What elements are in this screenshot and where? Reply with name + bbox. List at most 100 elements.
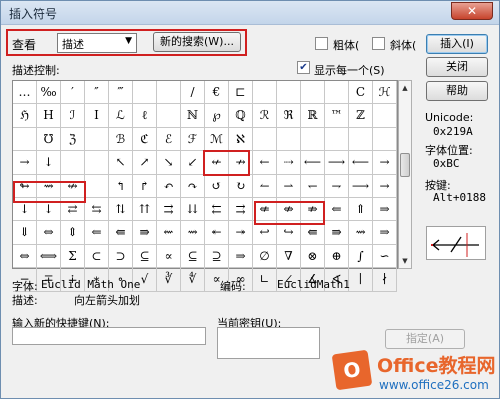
symbol-cell[interactable]: ℬ: [109, 127, 133, 152]
symbol-cell[interactable]: ℜ: [277, 104, 301, 128]
symbol-cell[interactable]: ℱ: [181, 127, 205, 152]
symbol-cell[interactable]: ⇉: [229, 197, 253, 222]
bold-checkbox[interactable]: [315, 37, 328, 50]
symbol-cell[interactable]: ↺: [205, 174, 229, 198]
symbol-cell[interactable]: ↱: [133, 174, 157, 198]
symbol-cell[interactable]: ‴: [109, 81, 133, 105]
symbol-cell[interactable]: ⇈: [133, 197, 157, 222]
symbol-cell[interactable]: →: [373, 174, 397, 198]
symbol-cell[interactable]: ∜: [181, 268, 205, 292]
symbol-cell[interactable]: /: [181, 81, 205, 105]
symbol-cell[interactable]: ⟵: [349, 151, 373, 175]
symbol-cell[interactable]: ⇜: [157, 221, 181, 245]
symbol-cell[interactable]: [157, 104, 181, 128]
symbol-cell[interactable]: ⊆: [181, 244, 205, 269]
symbol-cell[interactable]: ⇒: [229, 244, 253, 269]
symbol-cell[interactable]: ↗: [133, 151, 157, 175]
symbol-cell[interactable]: ⟵: [301, 151, 325, 175]
symbol-cell[interactable]: →: [13, 151, 37, 175]
symbol-cell[interactable]: ℒ: [109, 104, 133, 128]
symbol-cell[interactable]: ℝ: [301, 104, 325, 128]
symbol-cell[interactable]: ⇁: [325, 174, 349, 198]
symbol-cell[interactable]: ↞: [205, 221, 229, 245]
symbol-cell[interactable]: ⟶: [349, 174, 373, 198]
help-button[interactable]: 帮助: [426, 81, 488, 101]
scroll-down-icon[interactable]: ▼: [399, 254, 411, 268]
symbol-cell[interactable]: ↖: [109, 151, 133, 175]
symbol-cell[interactable]: ℧: [37, 127, 61, 152]
symbol-cell[interactable]: ∣: [349, 268, 373, 292]
symbol-cell[interactable]: ⇀: [277, 174, 301, 198]
symbol-cell[interactable]: ′: [61, 81, 85, 105]
symbol-cell[interactable]: ℵ: [229, 127, 253, 152]
symbol-cell[interactable]: [301, 81, 325, 105]
symbol-cell[interactable]: ↼: [253, 174, 277, 198]
symbol-cell[interactable]: ⇑: [349, 197, 373, 222]
symbol-cell[interactable]: ↠: [229, 221, 253, 245]
symbol-cell[interactable]: [373, 104, 397, 128]
symbol-cell[interactable]: Σ: [61, 244, 85, 269]
close-button[interactable]: 关闭: [426, 57, 488, 77]
symbol-cell[interactable]: [325, 81, 349, 105]
symbol-cell[interactable]: ⊕: [325, 244, 349, 269]
new-shortcut-input[interactable]: [12, 327, 206, 345]
new-search-button[interactable]: 新的搜索(W)...: [153, 32, 241, 52]
symbol-cell[interactable]: ⇐: [85, 221, 109, 245]
symbol-cell[interactable]: ℐ: [61, 104, 85, 128]
symbol-cell[interactable]: ↻: [229, 174, 253, 198]
symbol-cell[interactable]: ⊃: [109, 244, 133, 269]
symbol-cell[interactable]: ‰: [37, 81, 61, 105]
symbol-cell[interactable]: →: [373, 151, 397, 175]
symbol-cell[interactable]: ←: [253, 151, 277, 175]
symbol-cell[interactable]: ℋ: [373, 81, 397, 105]
view-select[interactable]: 描述 ▼: [57, 33, 137, 53]
symbol-cell[interactable]: ⇔: [37, 221, 61, 245]
symbol-cell[interactable]: ⇕: [61, 221, 85, 245]
symbol-cell[interactable]: ⟺: [37, 244, 61, 269]
symbol-cell[interactable]: ℌ: [13, 104, 37, 128]
symbol-cell[interactable]: ∛: [157, 268, 181, 292]
close-icon[interactable]: ✕: [451, 2, 493, 20]
symbol-cell[interactable]: ∫: [349, 244, 373, 269]
symbol-cell[interactable]: ⇝: [349, 221, 373, 245]
symbol-cell[interactable]: ↷: [181, 174, 205, 198]
symbol-cell[interactable]: ℳ: [205, 127, 229, 152]
symbol-cell[interactable]: [373, 127, 397, 152]
symbol-cell[interactable]: [349, 127, 373, 152]
scroll-up-icon[interactable]: ▲: [399, 81, 411, 95]
symbol-cell[interactable]: [13, 127, 37, 152]
symbol-cell[interactable]: €: [205, 81, 229, 105]
symbol-cell[interactable]: ℕ: [181, 104, 205, 128]
symbol-cell[interactable]: [61, 151, 85, 175]
symbol-cell[interactable]: …: [13, 81, 37, 105]
symbol-cell[interactable]: [277, 81, 301, 105]
symbol-cell[interactable]: ℤ: [349, 104, 373, 128]
assign-button[interactable]: 指定(A): [385, 329, 465, 349]
symbol-cell[interactable]: ∤: [373, 268, 397, 292]
symbol-cell[interactable]: I: [85, 104, 109, 128]
symbol-cell[interactable]: ⊂: [85, 244, 109, 269]
current-key-list[interactable]: [217, 327, 320, 359]
symbol-cell[interactable]: ⇛: [325, 221, 349, 245]
symbol-cell[interactable]: ∝: [157, 244, 181, 269]
symbol-cell[interactable]: ∟: [253, 268, 277, 292]
insert-button[interactable]: 插入(I): [426, 34, 488, 54]
symbol-cell[interactable]: [157, 81, 181, 105]
symbol-cell[interactable]: [325, 127, 349, 152]
symbol-cell[interactable]: [85, 174, 109, 198]
symbol-cell[interactable]: ⟶: [325, 151, 349, 175]
symbol-cell[interactable]: ⇉: [157, 197, 181, 222]
symbol-cell[interactable]: ™: [325, 104, 349, 128]
symbol-cell[interactable]: ⇇: [205, 197, 229, 222]
symbol-cell[interactable]: ⊗: [301, 244, 325, 269]
symbol-cell[interactable]: C: [349, 81, 373, 105]
symbol-cell[interactable]: [133, 81, 157, 105]
show-each-checkbox[interactable]: ✔: [297, 61, 310, 74]
symbol-cell[interactable]: [253, 81, 277, 105]
symbol-cell[interactable]: ⇆: [85, 197, 109, 222]
symbol-cell[interactable]: ⇅: [109, 197, 133, 222]
symbol-cell[interactable]: [85, 127, 109, 152]
symbol-cell[interactable]: ∽: [373, 244, 397, 269]
symbol-cell[interactable]: ⊏: [229, 81, 253, 105]
symbol-cell[interactable]: ∅: [253, 244, 277, 269]
